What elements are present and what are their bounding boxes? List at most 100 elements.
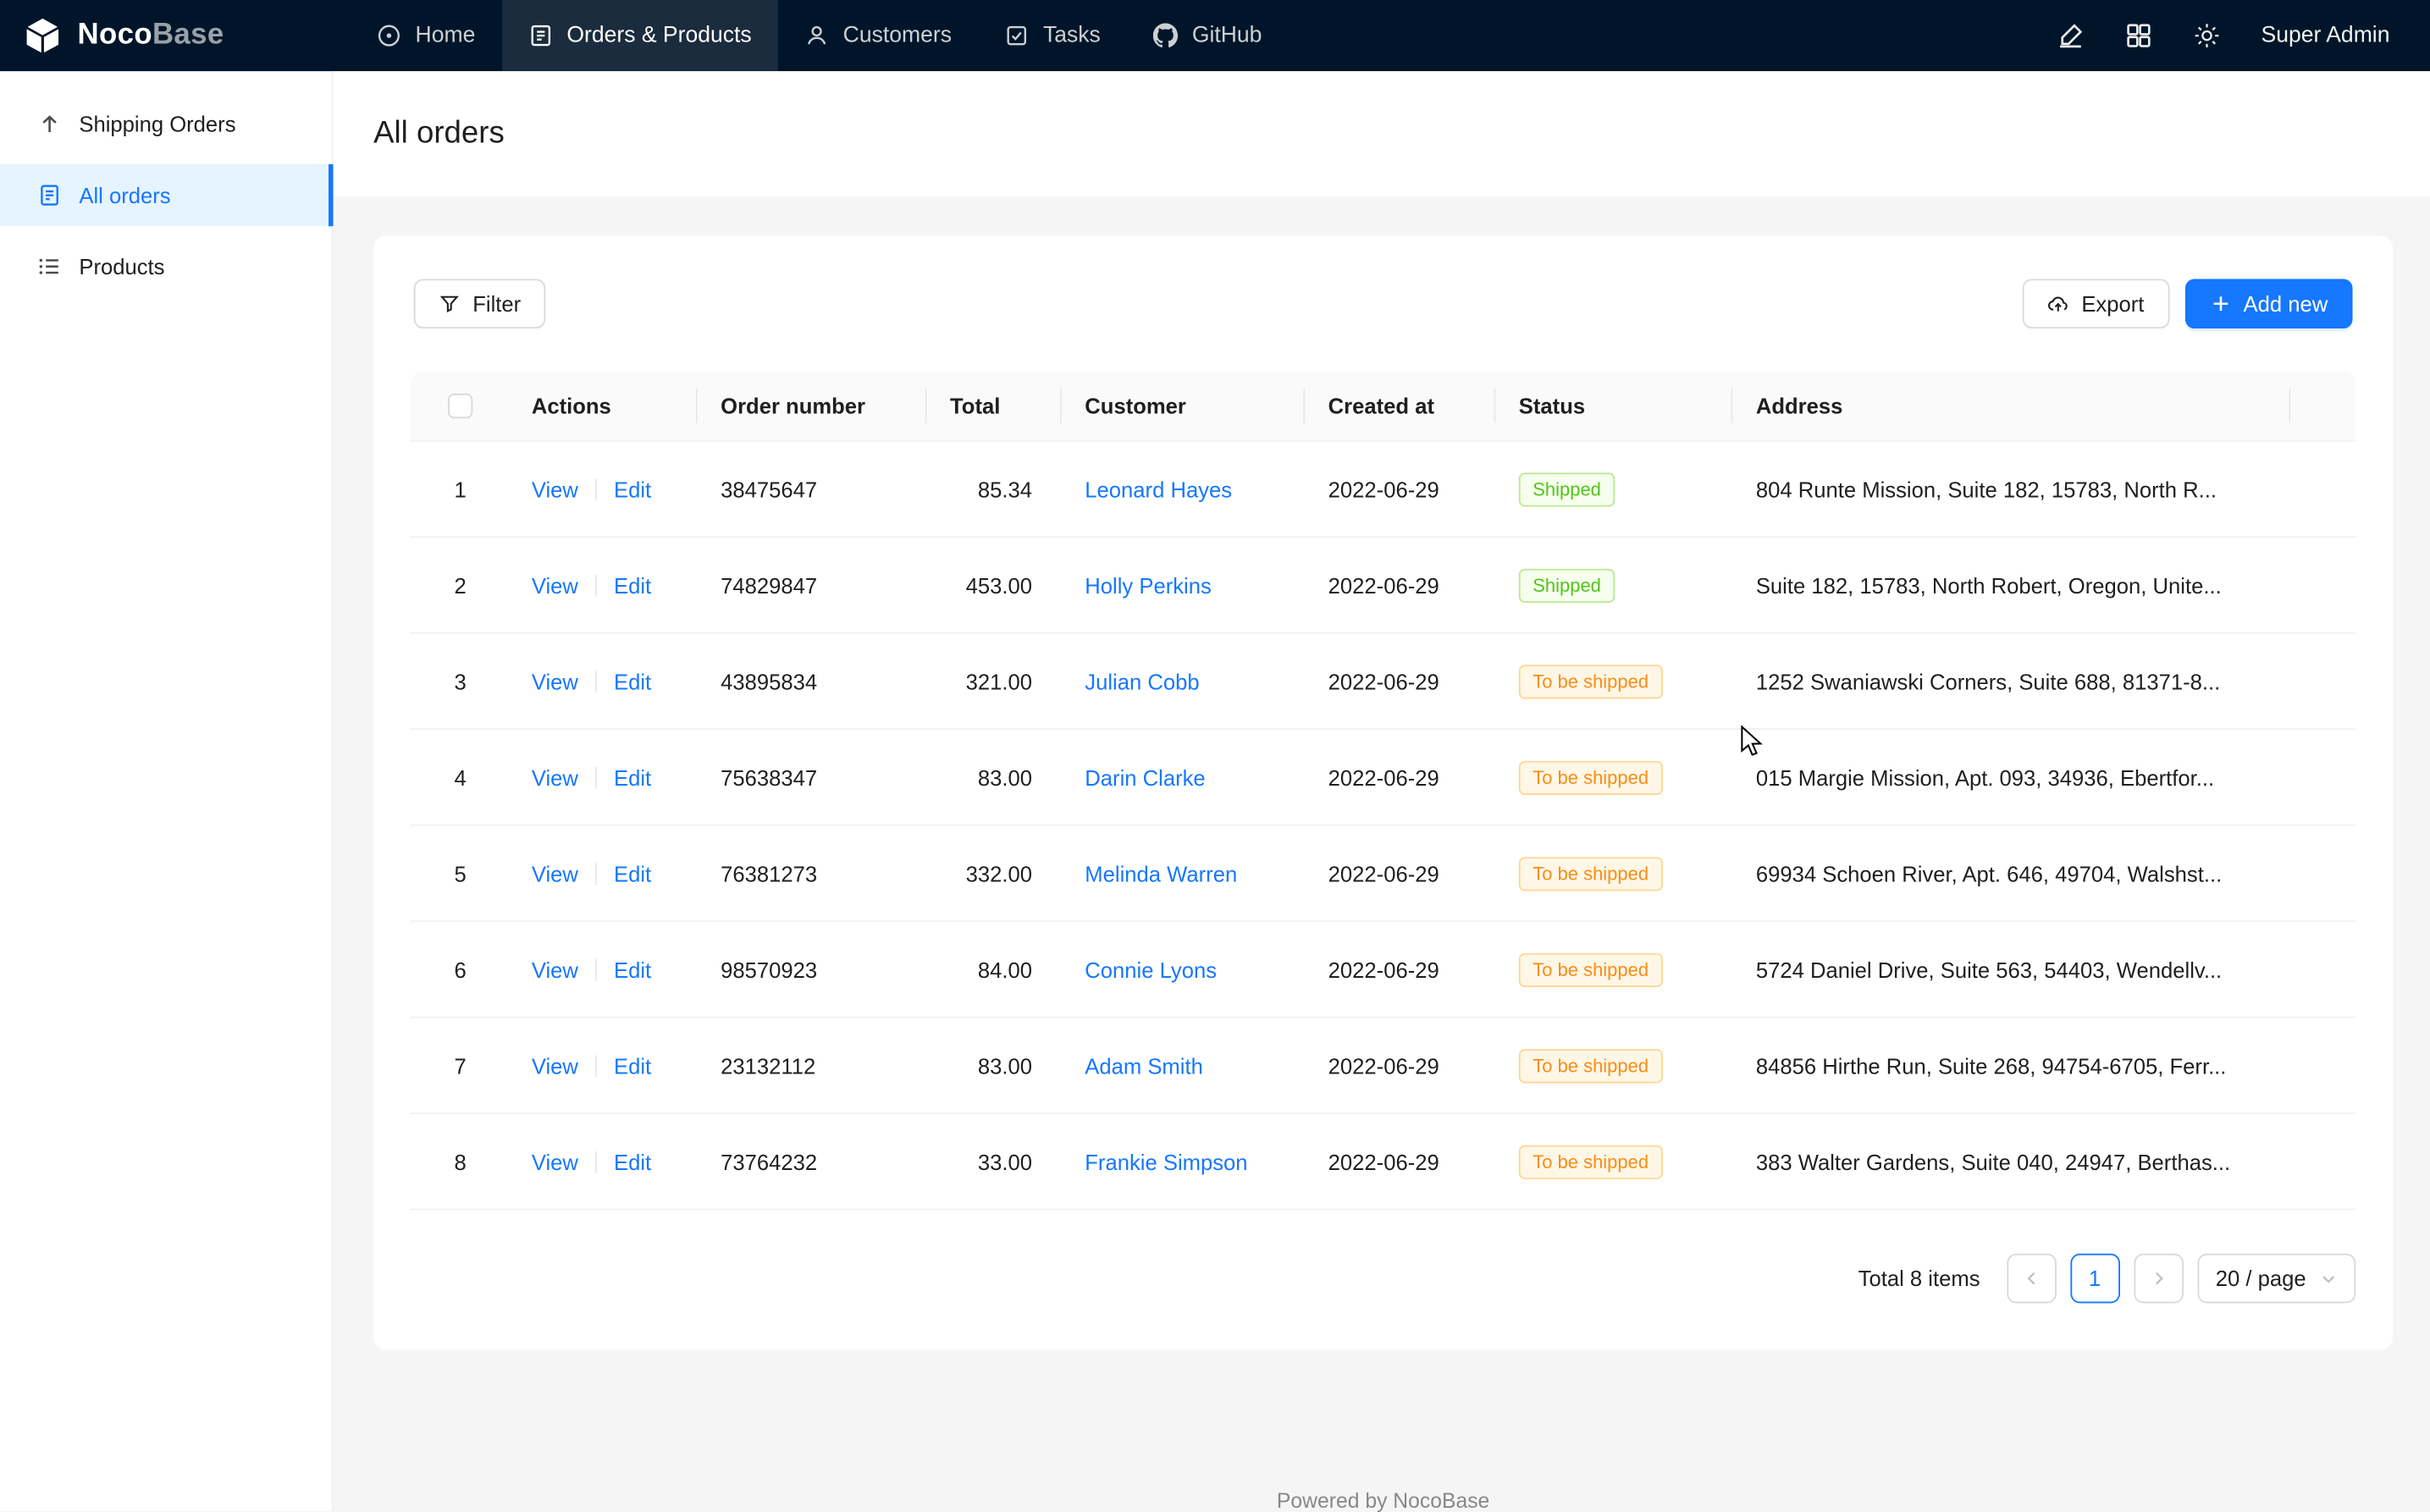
edit-link[interactable]: Edit (614, 861, 651, 886)
status-cell: To be shipped (1494, 760, 1731, 794)
address-cell: 1252 Swaniawski Corners, Suite 688, 8137… (1731, 669, 2289, 693)
sidebar-item-all-orders[interactable]: All orders (0, 164, 332, 226)
row-index: 4 (411, 764, 510, 789)
order-number-cell: 43895834 (696, 669, 925, 693)
header-actions: Actions (510, 372, 696, 440)
status-cell: To be shipped (1494, 1145, 1731, 1178)
total-cell: 85.34 (925, 477, 1060, 501)
view-link[interactable]: View (532, 477, 578, 501)
nocobase-logo[interactable]: NocoBase (0, 14, 351, 56)
export-button[interactable]: Export (2023, 279, 2169, 328)
status-cell: To be shipped (1494, 856, 1731, 890)
customer-link[interactable]: Leonard Hayes (1085, 477, 1232, 501)
pagination: Total 8 items 1 (411, 1254, 2355, 1304)
edit-link[interactable]: Edit (614, 764, 651, 789)
sidebar-item-products[interactable]: Products (0, 235, 332, 297)
gear-icon[interactable] (2193, 22, 2221, 50)
add-new-label: Add new (2244, 291, 2328, 316)
total-cell: 453.00 (925, 572, 1060, 597)
chevron-down-icon (2320, 1270, 2337, 1287)
edit-link[interactable]: Edit (614, 957, 651, 981)
next-page-button[interactable] (2134, 1254, 2184, 1304)
table-row: 2 View Edit 74829847 453.00 Holly Perkin… (411, 538, 2355, 633)
pagination-total: Total 8 items (1858, 1266, 1980, 1290)
order-number-cell: 75638347 (696, 764, 925, 789)
status-badge: Shipped (1519, 568, 1615, 602)
total-cell: 83.00 (925, 764, 1060, 789)
tasks-icon (1004, 23, 1029, 47)
content-area: Filter Export (334, 196, 2430, 1512)
customer-link[interactable]: Connie Lyons (1085, 957, 1217, 981)
view-link[interactable]: View (532, 764, 578, 789)
row-index: 5 (411, 861, 510, 886)
blocks-icon[interactable] (2124, 22, 2152, 50)
customer-cell: Darin Clarke (1060, 764, 1303, 789)
view-link[interactable]: View (532, 1149, 578, 1173)
table-row: 1 View Edit 38475647 85.34 Leonard Hayes… (411, 442, 2355, 538)
table-header: Actions Order number Total Customer Crea… (411, 372, 2355, 441)
row-index: 3 (411, 669, 510, 693)
header-address: Address (1731, 372, 2289, 440)
customers-icon (804, 23, 829, 47)
prev-page-button[interactable] (2007, 1254, 2057, 1304)
row-actions: View Edit (510, 572, 696, 597)
order-number-cell: 74829847 (696, 572, 925, 597)
address-cell: 015 Margie Mission, Apt. 093, 34936, Ebe… (1731, 764, 2289, 789)
status-badge: To be shipped (1519, 856, 1663, 890)
header-spacer (2289, 372, 2356, 440)
view-link[interactable]: View (532, 572, 578, 597)
created-at-cell: 2022-06-29 (1303, 861, 1494, 886)
view-link[interactable]: View (532, 669, 578, 693)
highlighter-icon[interactable] (2057, 22, 2085, 50)
edit-link[interactable]: Edit (614, 477, 651, 501)
add-new-button[interactable]: Add new (2184, 279, 2353, 328)
status-badge: To be shipped (1519, 1048, 1663, 1082)
customer-link[interactable]: Frankie Simpson (1085, 1149, 1247, 1173)
table-row: 6 View Edit 98570923 84.00 Connie Lyons … (411, 922, 2355, 1018)
page-size-select[interactable]: 20 / page (2197, 1254, 2355, 1304)
nav-item-customers[interactable]: Customers (778, 0, 978, 71)
row-index: 6 (411, 957, 510, 981)
total-cell: 332.00 (925, 861, 1060, 886)
nav-item-orders-products[interactable]: Orders & Products (501, 0, 777, 71)
edit-link[interactable]: Edit (614, 572, 651, 597)
status-badge: To be shipped (1519, 952, 1663, 986)
sidebar-item-shipping-orders[interactable]: Shipping Orders (0, 93, 332, 155)
card-toolbar: Filter Export (414, 279, 2353, 328)
user-menu[interactable]: Super Admin (2261, 23, 2389, 47)
customer-link[interactable]: Holly Perkins (1085, 572, 1212, 597)
powered-by-footer: Powered by NocoBase (373, 1489, 2393, 1512)
view-link[interactable]: View (532, 1053, 578, 1078)
chevron-right-icon (2149, 1269, 2168, 1288)
nav-item-github[interactable]: GitHub (1127, 0, 1289, 71)
toolbar-right: Export Add new (2023, 279, 2353, 328)
page-1-button[interactable]: 1 (2070, 1254, 2120, 1304)
order-number-cell: 73764232 (696, 1149, 925, 1173)
table-row: 3 View Edit 43895834 321.00 Julian Cobb … (411, 634, 2355, 730)
table-row: 8 View Edit 73764232 33.00 Frankie Simps… (411, 1114, 2355, 1210)
page-size-value: 20 / page (2216, 1266, 2306, 1290)
nav-item-home[interactable]: Home (351, 0, 502, 71)
view-link[interactable]: View (532, 861, 578, 886)
status-cell: To be shipped (1494, 664, 1731, 698)
main-area: All orders Filter (334, 71, 2430, 1510)
customer-link[interactable]: Darin Clarke (1085, 764, 1205, 789)
order-number-cell: 38475647 (696, 477, 925, 501)
customer-link[interactable]: Adam Smith (1085, 1053, 1203, 1078)
header-order-number: Order number (696, 372, 925, 440)
filter-button[interactable]: Filter (414, 279, 546, 328)
orders-table: Actions Order number Total Customer Crea… (411, 372, 2355, 1210)
order-number-cell: 23132112 (696, 1053, 925, 1078)
customer-link[interactable]: Melinda Warren (1085, 861, 1237, 886)
edit-link[interactable]: Edit (614, 669, 651, 693)
edit-link[interactable]: Edit (614, 1053, 651, 1078)
nav-item-tasks[interactable]: Tasks (978, 0, 1127, 71)
customer-cell: Holly Perkins (1060, 572, 1303, 597)
plus-icon (2209, 293, 2231, 315)
view-link[interactable]: View (532, 957, 578, 981)
select-all-checkbox[interactable] (448, 394, 472, 418)
edit-link[interactable]: Edit (614, 1149, 651, 1173)
row-actions: View Edit (510, 477, 696, 501)
row-index: 8 (411, 1149, 510, 1173)
customer-link[interactable]: Julian Cobb (1085, 669, 1199, 693)
